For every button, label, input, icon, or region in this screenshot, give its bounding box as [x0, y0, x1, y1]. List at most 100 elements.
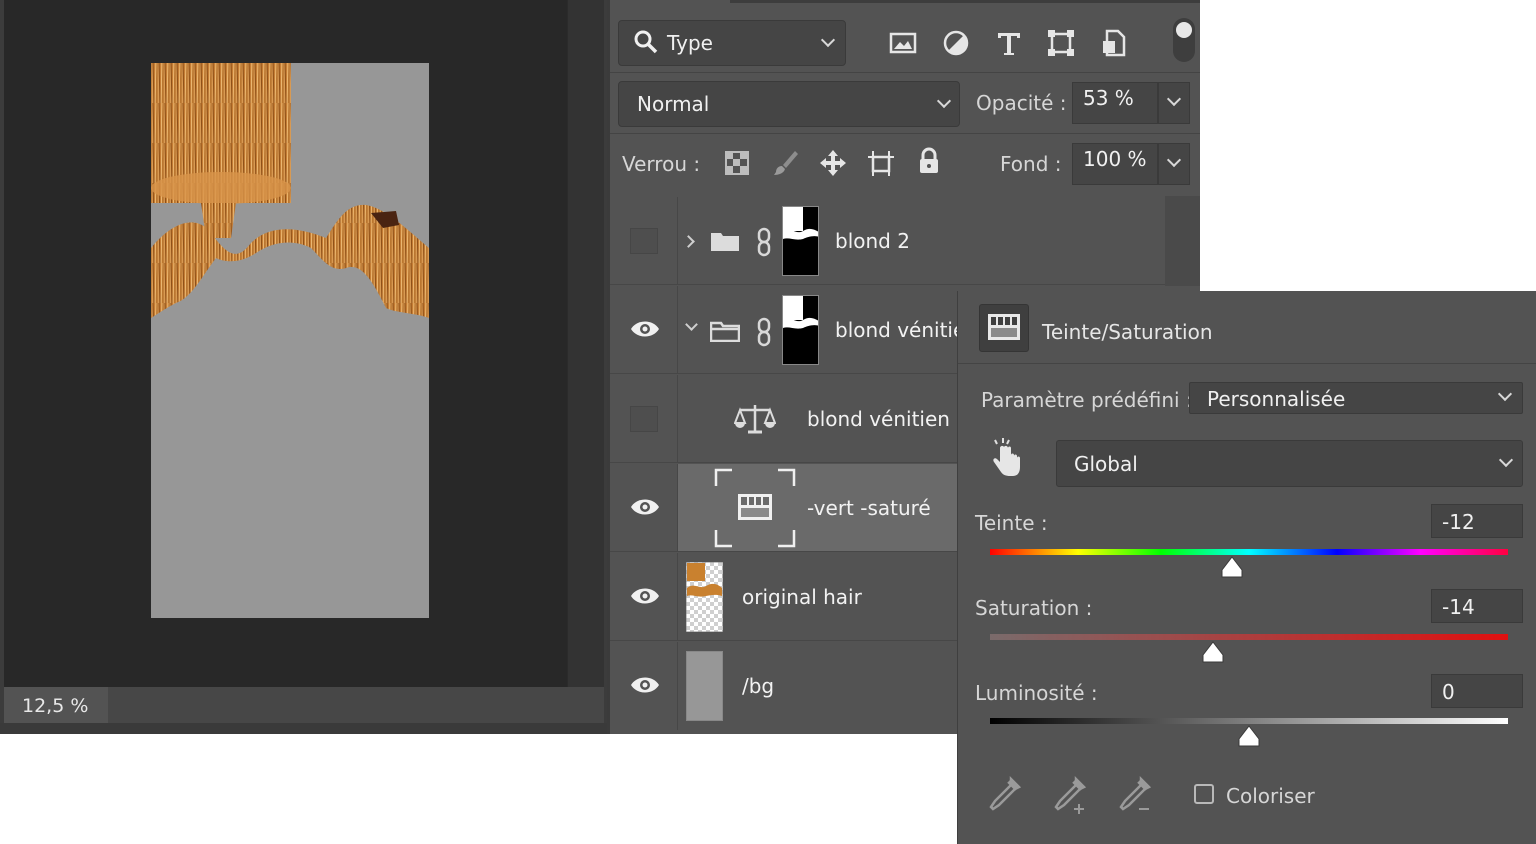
eyedropper-add-icon[interactable]	[1050, 775, 1090, 815]
status-info	[108, 687, 604, 723]
chevron-down-icon[interactable]	[685, 318, 698, 331]
status-bar: 12,5 %	[4, 687, 604, 723]
search-icon	[634, 30, 658, 54]
layer-mask-thumbnail[interactable]	[782, 295, 819, 365]
layer-mask-thumbnail[interactable]	[782, 206, 819, 276]
adjustment-thumbnail-selected[interactable]	[714, 468, 796, 548]
hue-slider-track[interactable]	[990, 549, 1508, 555]
zoom-level-field[interactable]: 12,5 %	[4, 687, 108, 723]
canvas-area[interactable]	[4, 0, 567, 687]
hair-texture-artwork	[151, 63, 429, 318]
canvas-vertical-scrollbar[interactable]	[567, 0, 604, 687]
layer-name[interactable]: original hair	[742, 585, 862, 609]
layer-thumbnail[interactable]	[686, 562, 723, 632]
channel-value: Global	[1074, 452, 1138, 476]
layer-name[interactable]: /bg	[742, 674, 774, 698]
link-icon[interactable]	[756, 227, 772, 257]
visibility-toggle[interactable]	[610, 375, 678, 463]
fill-field[interactable]: 100 %	[1072, 143, 1158, 185]
color-balance-icon	[734, 405, 776, 434]
adjustment-filter-icon[interactable]	[941, 28, 971, 58]
layer-name[interactable]: -vert -saturé	[807, 496, 931, 520]
chevron-down-icon	[936, 93, 952, 109]
document-canvas[interactable]	[151, 63, 429, 618]
smart-object-filter-icon[interactable]	[1099, 28, 1129, 58]
folder-open-icon	[710, 321, 740, 342]
divider	[610, 133, 1200, 134]
layer-row[interactable]: blond 2	[610, 197, 1200, 285]
colorize-label[interactable]: Coloriser	[1226, 784, 1315, 808]
hue-saturation-icon	[979, 304, 1029, 352]
visibility-toggle[interactable]	[610, 286, 678, 374]
chevron-down-icon	[1498, 452, 1514, 468]
lock-all-icon[interactable]	[914, 146, 944, 176]
hue-value-field[interactable]: -12	[1431, 504, 1523, 538]
saturation-value-field[interactable]: -14	[1431, 589, 1523, 623]
image-filter-icon[interactable]	[888, 28, 918, 58]
opacity-label: Opacité :	[976, 91, 1067, 115]
lightness-label: Luminosité :	[975, 681, 1098, 705]
canvas-window: 12,5 %	[0, 0, 610, 734]
opacity-slider-toggle[interactable]	[1158, 82, 1190, 124]
folder-icon	[711, 233, 739, 251]
chevron-right-icon[interactable]	[682, 235, 695, 248]
colorize-checkbox[interactable]	[1194, 784, 1214, 804]
divider	[958, 363, 1536, 364]
slider-thumb-shape	[1221, 556, 1243, 578]
layer-name[interactable]: blond vénitien	[807, 407, 950, 431]
lock-paint-icon[interactable]	[770, 148, 800, 178]
visibility-toggle[interactable]	[610, 464, 678, 552]
visibility-off-box	[630, 406, 658, 432]
panel-divider	[730, 0, 1200, 3]
channel-dropdown[interactable]: Global	[1056, 440, 1523, 487]
link-icon[interactable]	[756, 317, 772, 347]
filter-toggle-switch[interactable]	[1173, 18, 1195, 62]
shape-filter-icon[interactable]	[1046, 28, 1076, 58]
lock-label: Verrou :	[622, 152, 701, 176]
saturation-slider-track[interactable]	[990, 634, 1508, 640]
chevron-down-icon	[1166, 152, 1182, 168]
eyedropper-subtract-icon[interactable]	[1115, 775, 1155, 815]
opacity-field[interactable]: 53 %	[1072, 82, 1158, 124]
layer-thumbnail[interactable]	[686, 651, 723, 721]
fill-label: Fond :	[1000, 152, 1062, 176]
divider	[610, 72, 1200, 73]
canvas-window-edge	[0, 723, 610, 734]
layer-filter-dropdown[interactable]: Type	[618, 20, 846, 66]
layer-filter-value: Type	[667, 31, 713, 55]
lock-transparent-icon[interactable]	[722, 148, 752, 178]
visibility-off-box	[630, 228, 658, 254]
hue-label: Teinte :	[975, 511, 1048, 535]
lock-artboard-icon[interactable]	[866, 148, 896, 178]
type-filter-icon[interactable]	[994, 28, 1024, 58]
properties-title: Teinte/Saturation	[1042, 320, 1213, 344]
preset-dropdown[interactable]: Personnalisée	[1189, 382, 1523, 414]
chevron-down-icon	[1497, 386, 1513, 402]
blend-mode-value: Normal	[637, 92, 710, 116]
filter-toggle-knob	[1176, 22, 1192, 38]
preset-label: Paramètre prédéfini :	[981, 388, 1193, 412]
mask-shape	[783, 317, 818, 329]
blend-mode-dropdown[interactable]: Normal	[618, 81, 960, 127]
lock-move-icon[interactable]	[818, 148, 848, 178]
eye-icon	[631, 499, 659, 515]
lightness-value-field[interactable]: 0	[1431, 674, 1523, 708]
lightness-slider-track[interactable]	[990, 718, 1508, 724]
visibility-toggle[interactable]	[610, 197, 678, 285]
fill-slider-toggle[interactable]	[1158, 143, 1190, 185]
eye-icon	[631, 677, 659, 693]
chevron-down-icon	[1166, 91, 1182, 107]
chevron-down-icon	[820, 32, 836, 48]
saturation-label: Saturation :	[975, 596, 1093, 620]
mask-shape	[783, 228, 818, 240]
slider-thumb-shape	[1238, 725, 1260, 747]
layers-vertical-scrollbar[interactable]	[1165, 196, 1200, 290]
eyedropper-icon[interactable]	[985, 775, 1025, 815]
targeted-adjustment-hand-icon[interactable]	[989, 438, 1023, 478]
visibility-toggle[interactable]	[610, 553, 678, 641]
eye-icon	[631, 588, 659, 604]
eye-icon	[631, 321, 659, 337]
layer-name[interactable]: blond vénitie	[835, 318, 965, 342]
layer-name[interactable]: blond 2	[835, 229, 910, 253]
visibility-toggle[interactable]	[610, 642, 678, 730]
